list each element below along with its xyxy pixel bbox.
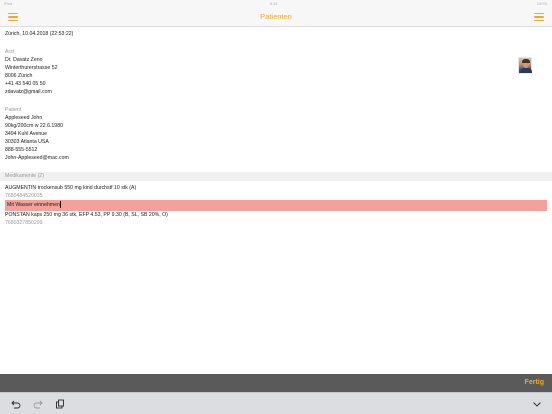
doctor-avatar [518, 57, 532, 74]
doctor-street: Winterthurerstrasse 52 [5, 65, 58, 71]
dismiss-keyboard-icon[interactable] [532, 399, 542, 409]
status-bar: iPad 9:41 100% [0, 0, 552, 8]
patient-phone: 888-555-5512 [5, 147, 38, 153]
medication-code: 7680327850299 [5, 220, 43, 226]
medications-header: Medikamente (2) [0, 172, 552, 181]
medication-name[interactable]: AUGMENTIN trockensub 550 mg kind durchst… [5, 184, 136, 192]
keyboard-accessory-bar: Fertig [0, 374, 552, 392]
patient-street: 3494 Kuhl Avenue [5, 131, 48, 137]
text-cursor [60, 201, 62, 209]
prescription-date: Zürich, 10.04.2018 (22:53:22) [5, 31, 74, 37]
patient-email: John-Appleseed@mac.com [5, 155, 69, 161]
medication-code: 7680484520035 [5, 193, 43, 199]
doctor-name: Dr. Davatz Zeno [5, 57, 43, 63]
doctor-label: Arzt [5, 49, 15, 55]
doctor-phone: +41 43 540 05 50 [5, 81, 46, 87]
done-button[interactable]: Fertig [525, 379, 544, 386]
paste-icon[interactable] [55, 399, 65, 409]
status-carrier: iPad [4, 1, 13, 6]
doctor-email: zdavatz@gmail.com [5, 89, 52, 95]
page-title: Patienten [260, 12, 292, 21]
menu-right-icon[interactable] [534, 13, 544, 21]
undo-icon[interactable] [11, 399, 21, 409]
medication-note-field[interactable]: Mit Wasser einnehmen [5, 200, 547, 211]
patient-city: 30303 Atlanta USA [5, 139, 49, 145]
redo-icon[interactable] [33, 399, 43, 409]
status-time: 9:41 [270, 1, 278, 6]
status-battery: 100% [536, 1, 547, 6]
shortcut-toolbar [0, 392, 552, 414]
navigation-bar: Patienten [0, 8, 552, 27]
patient-name: Appleseed John [5, 115, 43, 121]
medication-note-text: Mit Wasser einnehmen [7, 202, 60, 208]
patient-details: 90kg/200cm w 22.6.1980 [5, 123, 63, 129]
doctor-city: 8006 Zürich [5, 73, 33, 79]
patient-label: Patient [5, 107, 22, 113]
medication-name[interactable]: PONSTAN kaps 250 mg 36 stk, EFP 4.53, PP… [5, 211, 168, 219]
